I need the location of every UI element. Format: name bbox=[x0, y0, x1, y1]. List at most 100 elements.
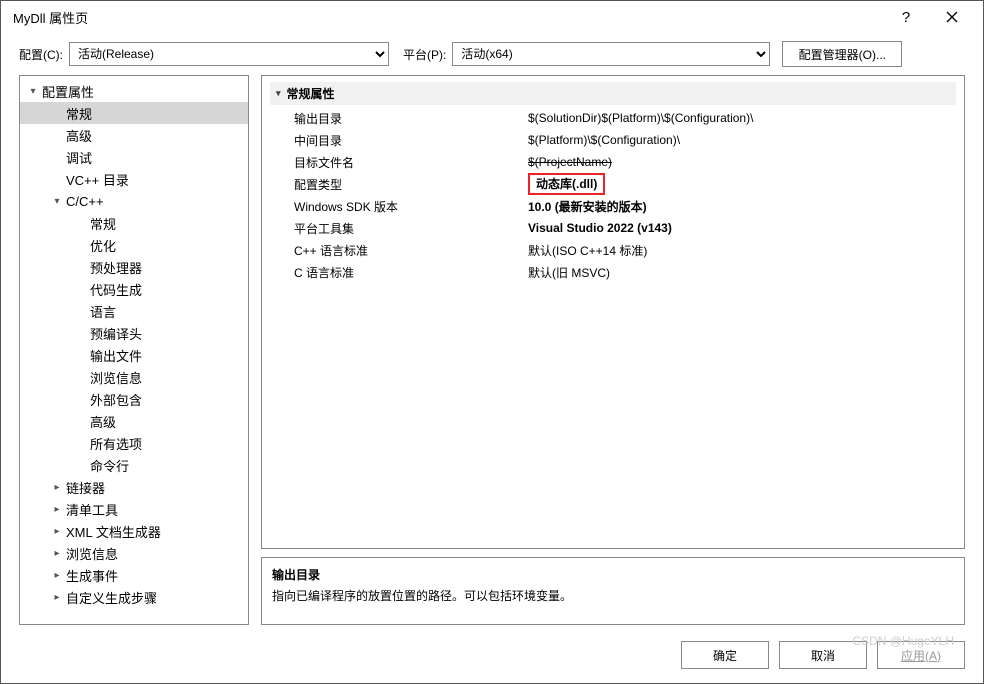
tree-node-label: 命令行 bbox=[88, 456, 129, 475]
tree-node-label: XML 文档生成器 bbox=[64, 522, 161, 541]
tree-node[interactable]: ▸链接器 bbox=[20, 476, 248, 498]
tree-node-label: 清单工具 bbox=[64, 500, 118, 519]
tree-node-label: 调试 bbox=[64, 148, 92, 167]
tree-node[interactable]: ▸预编译头 bbox=[20, 322, 248, 344]
property-value[interactable]: 默认(旧 MSVC) bbox=[528, 264, 956, 281]
tree-node-label: 自定义生成步骤 bbox=[64, 588, 157, 607]
tree-node[interactable]: ▸自定义生成步骤 bbox=[20, 586, 248, 608]
property-row[interactable]: 平台工具集Visual Studio 2022 (v143) bbox=[270, 217, 956, 239]
property-row[interactable]: 目标文件名$(ProjectName) bbox=[270, 151, 956, 173]
tree-node-label: 输出文件 bbox=[88, 346, 142, 365]
tree-node[interactable]: ▸代码生成 bbox=[20, 278, 248, 300]
property-value[interactable]: Visual Studio 2022 (v143) bbox=[528, 221, 956, 235]
tree-node-label: 配置属性 bbox=[40, 82, 94, 101]
property-value[interactable]: 默认(ISO C++14 标准) bbox=[528, 242, 956, 259]
property-row[interactable]: 中间目录$(Platform)\$(Configuration)\ bbox=[270, 129, 956, 151]
property-row[interactable]: 配置类型动态库(.dll) bbox=[270, 173, 956, 195]
tree-node[interactable]: ▸常规 bbox=[20, 102, 248, 124]
config-select[interactable]: 活动(Release) bbox=[69, 42, 389, 66]
right-pane: ▾常规属性输出目录$(SolutionDir)$(Platform)\$(Con… bbox=[261, 75, 965, 625]
tree-node-label: C/C++ bbox=[64, 194, 104, 209]
property-name: 输出目录 bbox=[270, 110, 528, 127]
collapsed-icon[interactable]: ▸ bbox=[50, 504, 64, 515]
tree-node[interactable]: ▾配置属性 bbox=[20, 80, 248, 102]
property-value[interactable]: 10.0 (最新安装的版本) bbox=[528, 198, 956, 215]
platform-label: 平台(P): bbox=[403, 46, 446, 63]
property-value[interactable]: $(Platform)\$(Configuration)\ bbox=[528, 133, 956, 147]
property-name: C++ 语言标准 bbox=[270, 242, 528, 259]
tree-node[interactable]: ▸所有选项 bbox=[20, 432, 248, 454]
description-panel: 输出目录 指向已编译程序的放置位置的路径。可以包括环境变量。 bbox=[261, 557, 965, 625]
collapse-icon: ▾ bbox=[276, 88, 281, 99]
close-button[interactable] bbox=[929, 2, 975, 32]
tree-node[interactable]: ▸输出文件 bbox=[20, 344, 248, 366]
tree-node-label: 常规 bbox=[88, 214, 116, 233]
tree-node[interactable]: ▸高级 bbox=[20, 410, 248, 432]
grid-header-label: 常规属性 bbox=[287, 85, 335, 102]
window-title: MyDll 属性页 bbox=[9, 8, 883, 27]
ok-button[interactable]: 确定 bbox=[681, 641, 769, 669]
tree-node-label: 浏览信息 bbox=[64, 544, 118, 563]
tree-node-label: 代码生成 bbox=[88, 280, 142, 299]
property-row[interactable]: C 语言标准默认(旧 MSVC) bbox=[270, 261, 956, 283]
tree-node[interactable]: ▸语言 bbox=[20, 300, 248, 322]
expanded-icon[interactable]: ▾ bbox=[50, 196, 64, 207]
category-tree[interactable]: ▾配置属性▸常规▸高级▸调试▸VC++ 目录▾C/C++▸常规▸优化▸预处理器▸… bbox=[19, 75, 249, 625]
tree-node[interactable]: ▾C/C++ bbox=[20, 190, 248, 212]
tree-node-label: 所有选项 bbox=[88, 434, 142, 453]
config-toolbar: 配置(C): 活动(Release) 平台(P): 活动(x64) 配置管理器(… bbox=[1, 33, 983, 75]
property-value[interactable]: $(ProjectName) bbox=[528, 155, 956, 169]
tree-node[interactable]: ▸VC++ 目录 bbox=[20, 168, 248, 190]
platform-select[interactable]: 活动(x64) bbox=[452, 42, 770, 66]
tree-node[interactable]: ▸清单工具 bbox=[20, 498, 248, 520]
property-name: 中间目录 bbox=[270, 132, 528, 149]
tree-node-label: 预处理器 bbox=[88, 258, 142, 277]
tree-node[interactable]: ▸高级 bbox=[20, 124, 248, 146]
property-grid[interactable]: ▾ 常规属性输出目录$(SolutionDir)$(Platform)\$(Con… bbox=[261, 75, 965, 549]
property-name: 目标文件名 bbox=[270, 154, 528, 171]
expanded-icon[interactable]: ▾ bbox=[26, 86, 40, 97]
tree-node[interactable]: ▸生成事件 bbox=[20, 564, 248, 586]
description-text: 指向已编译程序的放置位置的路径。可以包括环境变量。 bbox=[272, 587, 954, 604]
tree-node[interactable]: ▸调试 bbox=[20, 146, 248, 168]
property-value[interactable]: 动态库(.dll) bbox=[528, 173, 956, 195]
property-name: 平台工具集 bbox=[270, 220, 528, 237]
tree-node[interactable]: ▸常规 bbox=[20, 212, 248, 234]
collapsed-icon[interactable]: ▸ bbox=[50, 592, 64, 603]
tree-node-label: 优化 bbox=[88, 236, 116, 255]
tree-node-label: 高级 bbox=[64, 126, 92, 145]
tree-node[interactable]: ▸XML 文档生成器 bbox=[20, 520, 248, 542]
cancel-button[interactable]: 取消 bbox=[779, 641, 867, 669]
description-title: 输出目录 bbox=[272, 566, 954, 583]
dialog-footer: 确定 取消 应用(A) bbox=[1, 633, 983, 683]
tree-node[interactable]: ▸命令行 bbox=[20, 454, 248, 476]
tree-node[interactable]: ▸浏览信息 bbox=[20, 366, 248, 388]
tree-node[interactable]: ▸优化 bbox=[20, 234, 248, 256]
property-row[interactable]: 输出目录$(SolutionDir)$(Platform)\$(Configur… bbox=[270, 107, 956, 129]
tree-node-label: 高级 bbox=[88, 412, 116, 431]
tree-node-label: 语言 bbox=[88, 302, 116, 321]
property-pages-dialog: MyDll 属性页 ? 配置(C): 活动(Release) 平台(P): 活动… bbox=[0, 0, 984, 684]
collapsed-icon[interactable]: ▸ bbox=[50, 482, 64, 493]
tree-node[interactable]: ▸预处理器 bbox=[20, 256, 248, 278]
tree-node[interactable]: ▸外部包含 bbox=[20, 388, 248, 410]
tree-node-label: 链接器 bbox=[64, 478, 105, 497]
property-row[interactable]: C++ 语言标准默认(ISO C++14 标准) bbox=[270, 239, 956, 261]
dialog-body: ▾配置属性▸常规▸高级▸调试▸VC++ 目录▾C/C++▸常规▸优化▸预处理器▸… bbox=[1, 75, 983, 633]
property-name: 配置类型 bbox=[270, 176, 528, 193]
tree-node-label: 预编译头 bbox=[88, 324, 142, 343]
apply-button[interactable]: 应用(A) bbox=[877, 641, 965, 669]
collapsed-icon[interactable]: ▸ bbox=[50, 526, 64, 537]
collapsed-icon[interactable]: ▸ bbox=[50, 548, 64, 559]
grid-section-header[interactable]: ▾ 常规属性 bbox=[270, 82, 956, 105]
property-name: Windows SDK 版本 bbox=[270, 198, 528, 215]
property-row[interactable]: Windows SDK 版本10.0 (最新安装的版本) bbox=[270, 195, 956, 217]
tree-node-label: VC++ 目录 bbox=[64, 170, 129, 189]
property-name: C 语言标准 bbox=[270, 264, 528, 281]
config-manager-button[interactable]: 配置管理器(O)... bbox=[782, 41, 902, 67]
tree-node[interactable]: ▸浏览信息 bbox=[20, 542, 248, 564]
tree-node-label: 外部包含 bbox=[88, 390, 142, 409]
help-button[interactable]: ? bbox=[883, 2, 929, 32]
collapsed-icon[interactable]: ▸ bbox=[50, 570, 64, 581]
property-value[interactable]: $(SolutionDir)$(Platform)\$(Configuratio… bbox=[528, 111, 956, 125]
